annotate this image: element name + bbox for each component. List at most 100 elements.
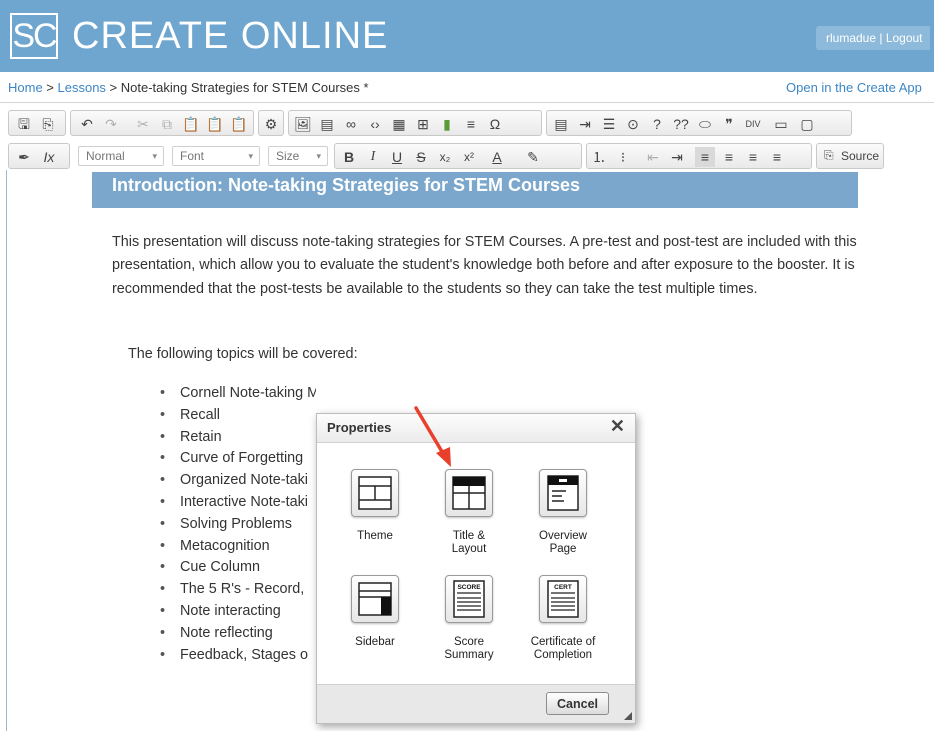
- cut-icon[interactable]: ✂: [133, 114, 153, 134]
- components-group: ▤ ⇥ ☰ ⊙ ? ?? ⬭ ❞ DIV ▭ ▢: [546, 110, 852, 136]
- question-icon[interactable]: ?: [647, 114, 667, 134]
- list-item: Cue Column: [160, 557, 316, 579]
- breadcrumb-bar: Home > Lessons > Note-taking Strategies …: [0, 74, 934, 103]
- align-block-icon[interactable]: ≡: [461, 114, 481, 134]
- user-logout[interactable]: rlumadue | Logout: [816, 26, 930, 50]
- source-button[interactable]: ⎘ Source: [816, 143, 884, 169]
- certificate-option[interactable]: CERT Certificate of Completion: [523, 575, 603, 662]
- paste-text-icon[interactable]: 📋: [205, 114, 225, 134]
- redo-icon[interactable]: ↷: [101, 114, 121, 134]
- theme-option[interactable]: Theme: [335, 469, 415, 543]
- cancel-button[interactable]: Cancel: [546, 692, 609, 715]
- size-select[interactable]: Size ▾: [268, 146, 328, 166]
- underline-icon[interactable]: U: [387, 147, 407, 167]
- overview-page-option[interactable]: Overview Page: [523, 469, 603, 556]
- align-center-icon[interactable]: ≡: [719, 147, 739, 167]
- preview-icon[interactable]: ⎘: [38, 114, 58, 134]
- frame-icon[interactable]: ▭: [771, 114, 791, 134]
- text-format-group: B I U S x₂ x² A ✎: [334, 143, 582, 169]
- numbered-list-icon[interactable]: ⒈: [589, 147, 609, 167]
- page-icon[interactable]: ▤: [551, 114, 571, 134]
- shape-icon[interactable]: ⬭: [695, 114, 715, 134]
- align-justify-icon[interactable]: ≡: [767, 147, 787, 167]
- comment-icon[interactable]: ☰: [599, 114, 619, 134]
- editor-toolbar-row-2: ✒ Ix Normal ▾ Font ▾ Size ▾ B I U S x₂ x² A…: [6, 143, 934, 171]
- subscript-icon[interactable]: x₂: [435, 147, 455, 167]
- certificate-icon: CERT: [539, 575, 587, 623]
- link-icon[interactable]: ∞: [341, 114, 361, 134]
- score-badge: SCORE: [457, 584, 481, 591]
- indent-icon[interactable]: ⇥: [667, 147, 687, 167]
- italic-icon[interactable]: I: [363, 147, 383, 167]
- section-banner: Introduction: Note-taking Strategies for…: [92, 172, 858, 208]
- bold-icon[interactable]: B: [339, 147, 359, 167]
- source-label: Source: [841, 149, 880, 163]
- gear-icon[interactable]: ⚙: [261, 114, 281, 134]
- copy-icon[interactable]: ⧉: [157, 114, 177, 134]
- outdent-icon[interactable]: ⇤: [643, 147, 663, 167]
- breadcrumb-sep: >: [105, 80, 121, 95]
- list-item: Retain: [160, 427, 316, 449]
- clear-format-icon[interactable]: Ix: [39, 147, 59, 167]
- dialog-title: Properties: [327, 420, 392, 435]
- editor-toolbar-row-1: 🖫 ⎘ ↶ ↷ ✂ ⧉ 📋 📋 📋 ⚙ 🖼 ▤ ∞ ‹› ▦ ⊞ ▮ ≡ Ω ▤…: [6, 110, 934, 138]
- brand-title: CREATE ONLINE: [72, 15, 389, 57]
- list-insert-icon[interactable]: ⇥: [575, 114, 595, 134]
- highlight-icon[interactable]: ✎: [523, 147, 543, 167]
- breadcrumb-home[interactable]: Home: [8, 80, 43, 95]
- quote-icon[interactable]: ❞: [719, 114, 739, 134]
- align-right-icon[interactable]: ≡: [743, 147, 763, 167]
- font-select[interactable]: Font ▾: [172, 146, 260, 166]
- list-item: Note interacting: [160, 601, 316, 623]
- paste-icon[interactable]: 📋: [181, 114, 201, 134]
- size-select-value: Size: [276, 149, 300, 163]
- theme-icon: [351, 469, 399, 517]
- book-icon[interactable]: ▮: [437, 114, 457, 134]
- div-icon[interactable]: DIV: [743, 114, 763, 134]
- play-icon[interactable]: ⊙: [623, 114, 643, 134]
- text-color-icon[interactable]: A: [487, 147, 507, 167]
- special-char-icon[interactable]: Ω: [485, 114, 505, 134]
- chevron-down-icon: ▾: [248, 151, 253, 161]
- superscript-icon[interactable]: x²: [459, 147, 479, 167]
- dialog-footer: Cancel: [317, 684, 635, 723]
- bulleted-list-icon[interactable]: ⁝: [613, 147, 633, 167]
- overview-page-label: Overview Page: [539, 530, 587, 555]
- table-icon[interactable]: ⊞: [413, 114, 433, 134]
- list-item: Note reflecting: [160, 623, 316, 645]
- topics-list-container: Cornell Note-taking Method Recall Retain…: [150, 380, 316, 680]
- close-icon[interactable]: ✕: [610, 416, 625, 437]
- strikethrough-icon[interactable]: S: [411, 147, 431, 167]
- breadcrumb-lessons[interactable]: Lessons: [58, 80, 106, 95]
- theme-label: Theme: [357, 530, 393, 542]
- list-item: The 5 R's - Record,: [160, 579, 316, 601]
- score-summary-option[interactable]: SCORE Score Summary: [429, 575, 509, 662]
- code-icon[interactable]: ‹›: [365, 114, 385, 134]
- title-layout-option[interactable]: Title & Layout: [429, 469, 509, 556]
- widget-icon[interactable]: ▦: [389, 114, 409, 134]
- logo[interactable]: SC: [10, 13, 58, 59]
- save-icon[interactable]: 🖫: [14, 114, 34, 134]
- intro-paragraph: This presentation will discuss note-taki…: [112, 234, 857, 297]
- double-question-icon[interactable]: ??: [671, 114, 691, 134]
- paste-word-icon[interactable]: 📋: [229, 114, 249, 134]
- title-layout-icon: [445, 469, 493, 517]
- list-item: Solving Problems: [160, 514, 316, 536]
- sidebar-icon: [351, 575, 399, 623]
- brush-icon[interactable]: ✒: [14, 147, 34, 167]
- dialog-titlebar[interactable]: Properties ✕: [317, 414, 635, 443]
- list-item: Feedback, Stages o: [160, 645, 316, 667]
- app-header: SC CREATE ONLINE rlumadue | Logout: [0, 0, 934, 72]
- sidebar-option[interactable]: Sidebar: [335, 575, 415, 649]
- undo-icon[interactable]: ↶: [77, 114, 97, 134]
- open-in-app-link[interactable]: Open in the Create App: [786, 74, 922, 102]
- maximize-icon[interactable]: ▢: [797, 114, 817, 134]
- resize-handle-icon[interactable]: [624, 712, 632, 720]
- style-select[interactable]: Normal ▾: [78, 146, 164, 166]
- overview-page-icon: [539, 469, 587, 517]
- format-tools-group: ✒ Ix: [8, 143, 70, 169]
- media-icon[interactable]: ▤: [317, 114, 337, 134]
- align-left-icon[interactable]: ≡: [695, 147, 715, 167]
- style-select-value: Normal: [86, 149, 125, 163]
- image-icon[interactable]: 🖼: [293, 114, 313, 134]
